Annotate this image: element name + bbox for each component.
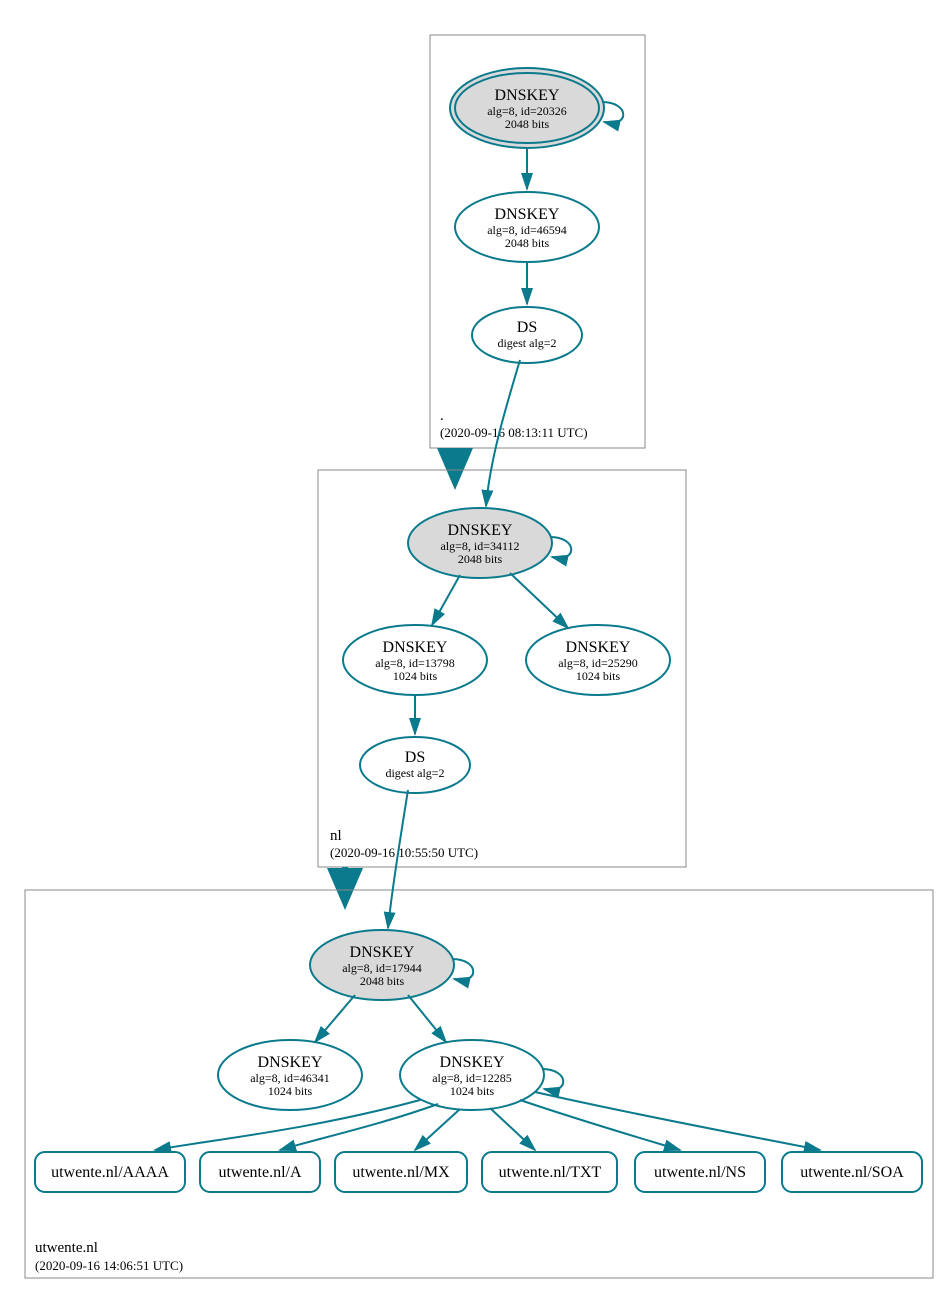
svg-text:2048 bits: 2048 bits [505, 236, 550, 250]
svg-text:DNSKEY: DNSKEY [350, 944, 415, 961]
node-ut-ns: utwente.nl/NS [635, 1152, 765, 1192]
self-loop-ut-ksk [452, 959, 473, 980]
svg-text:DS: DS [517, 319, 537, 336]
self-loop-nl-ksk [550, 537, 571, 558]
node-nl-zsk1: DNSKEY alg=8, id=13798 1024 bits [343, 625, 487, 695]
node-ut-zsk1: DNSKEY alg=8, id=46341 1024 bits [218, 1040, 362, 1110]
svg-text:alg=8, id=12285: alg=8, id=12285 [432, 1071, 512, 1085]
svg-text:DNSKEY: DNSKEY [383, 639, 448, 656]
edge-nl-ksk-zsk1 [432, 575, 460, 625]
edge-nl-ksk-zsk2 [510, 573, 568, 628]
node-ut-aaaa: utwente.nl/AAAA [35, 1152, 185, 1192]
node-ut-a: utwente.nl/A [200, 1152, 320, 1192]
svg-text:DNSKEY: DNSKEY [566, 639, 631, 656]
zone-ts-root: (2020-09-16 08:13:11 UTC) [440, 425, 588, 440]
svg-text:alg=8, id=13798: alg=8, id=13798 [375, 656, 455, 670]
node-root-ds: DS digest alg=2 [472, 307, 582, 363]
svg-text:utwente.nl/AAAA: utwente.nl/AAAA [51, 1164, 169, 1181]
svg-text:2048 bits: 2048 bits [360, 974, 405, 988]
edge-zsk2-soa [535, 1092, 820, 1150]
self-loop-root-ksk [602, 102, 623, 123]
svg-text:DNSKEY: DNSKEY [495, 206, 560, 223]
svg-text:utwente.nl/SOA: utwente.nl/SOA [800, 1164, 904, 1181]
svg-text:1024 bits: 1024 bits [268, 1084, 313, 1098]
svg-text:digest alg=2: digest alg=2 [385, 766, 444, 780]
svg-text:utwente.nl/MX: utwente.nl/MX [352, 1164, 450, 1181]
svg-text:2048 bits: 2048 bits [458, 552, 503, 566]
edge-zsk2-mx [415, 1109, 460, 1150]
svg-text:1024 bits: 1024 bits [393, 669, 438, 683]
svg-text:DNSKEY: DNSKEY [448, 522, 513, 539]
svg-text:utwente.nl/TXT: utwente.nl/TXT [499, 1164, 602, 1181]
svg-text:alg=8, id=46594: alg=8, id=46594 [487, 223, 567, 237]
zone-label-root: . [440, 408, 444, 424]
svg-text:alg=8, id=20326: alg=8, id=20326 [487, 104, 567, 118]
svg-text:alg=8, id=46341: alg=8, id=46341 [250, 1071, 330, 1085]
edge-zsk2-txt [490, 1108, 535, 1150]
zone-ts-nl: (2020-09-16 10:55:50 UTC) [330, 845, 478, 860]
svg-text:DNSKEY: DNSKEY [258, 1054, 323, 1071]
node-nl-ds: DS digest alg=2 [360, 737, 470, 793]
zone-label-nl: nl [330, 828, 342, 844]
svg-text:alg=8, id=17944: alg=8, id=17944 [342, 961, 422, 975]
svg-text:1024 bits: 1024 bits [450, 1084, 495, 1098]
svg-text:digest alg=2: digest alg=2 [497, 336, 556, 350]
node-ut-ksk: DNSKEY alg=8, id=17944 2048 bits [310, 930, 454, 1000]
node-ut-txt: utwente.nl/TXT [482, 1152, 617, 1192]
svg-text:utwente.nl/NS: utwente.nl/NS [654, 1164, 746, 1181]
svg-text:1024 bits: 1024 bits [576, 669, 621, 683]
svg-text:alg=8, id=34112: alg=8, id=34112 [440, 539, 519, 553]
svg-text:DNSKEY: DNSKEY [440, 1054, 505, 1071]
node-root-zsk: DNSKEY alg=8, id=46594 2048 bits [455, 192, 599, 262]
node-ut-zsk2: DNSKEY alg=8, id=12285 1024 bits [400, 1040, 544, 1110]
svg-text:alg=8, id=25290: alg=8, id=25290 [558, 656, 638, 670]
svg-text:DNSKEY: DNSKEY [495, 87, 560, 104]
svg-text:utwente.nl/A: utwente.nl/A [218, 1164, 302, 1181]
zone-ts-ut: (2020-09-16 14:06:51 UTC) [35, 1258, 183, 1273]
node-nl-ksk: DNSKEY alg=8, id=34112 2048 bits [408, 508, 552, 578]
node-ut-soa: utwente.nl/SOA [782, 1152, 922, 1192]
zone-label-ut: utwente.nl [35, 1240, 98, 1256]
edge-ut-ksk-zsk2 [408, 995, 446, 1042]
node-root-ksk: DNSKEY alg=8, id=20326 2048 bits [450, 68, 604, 148]
svg-text:DS: DS [405, 749, 425, 766]
self-loop-ut-zsk2 [542, 1069, 563, 1090]
edge-zsk2-ns [520, 1100, 680, 1150]
node-ut-mx: utwente.nl/MX [335, 1152, 467, 1192]
dnssec-graph: . (2020-09-16 08:13:11 UTC) DNSKEY alg=8… [10, 10, 936, 1288]
edge-ut-ksk-zsk1 [315, 995, 355, 1042]
svg-text:2048 bits: 2048 bits [505, 117, 550, 131]
node-nl-zsk2: DNSKEY alg=8, id=25290 1024 bits [526, 625, 670, 695]
